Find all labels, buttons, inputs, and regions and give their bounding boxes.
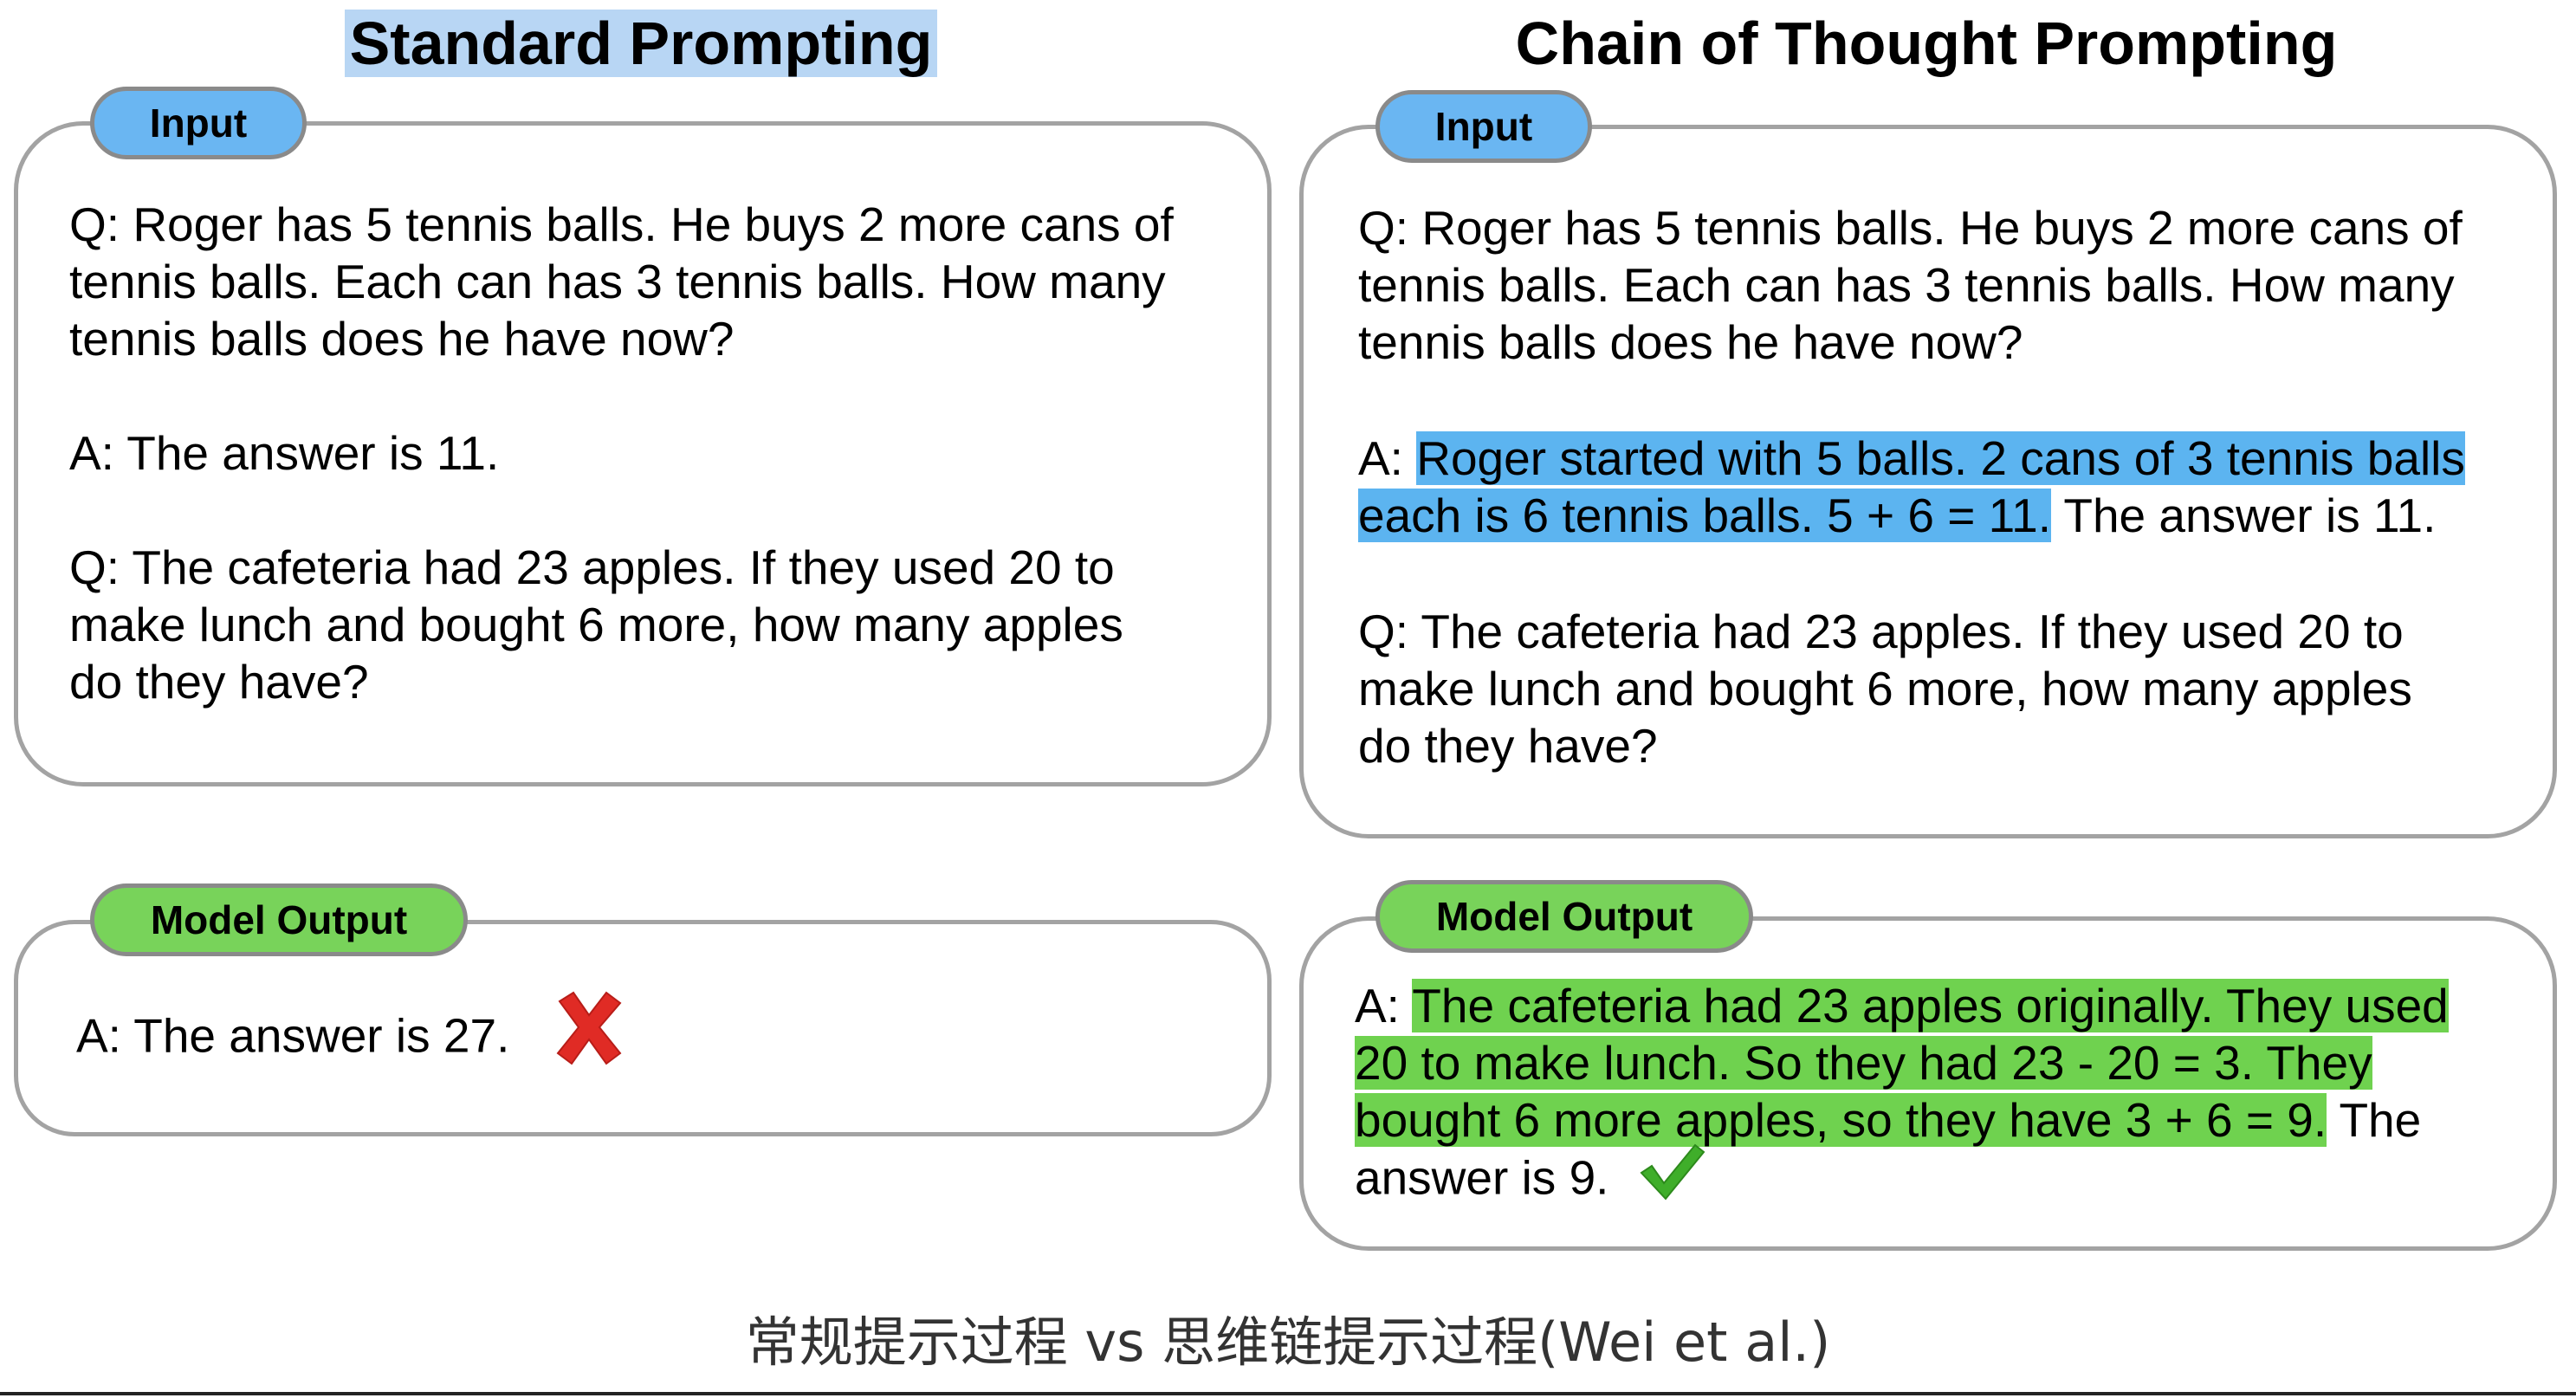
- standard-output-answer: A: The answer is 27.: [76, 1008, 510, 1063]
- standard-input-q1-line: Q: Roger has 5 tennis balls. He buys 2 m…: [69, 197, 1174, 251]
- cot-output-tab: Model Output: [1375, 880, 1753, 953]
- cot-input-a1-line2: each is 6 tennis balls. 5 + 6 = 11. The …: [1358, 489, 2437, 542]
- cot-input-a1-line1: A: Roger started with 5 balls. 2 cans of…: [1358, 431, 2465, 485]
- reasoning-highlight: bought 6 more apples, so they have 3 + 6…: [1355, 1093, 2327, 1147]
- cot-output-line3: bought 6 more apples, so they have 3 + 6…: [1355, 1093, 2422, 1147]
- cot-heading: Chain of Thought Prompting: [1515, 10, 2338, 77]
- figure-caption: 常规提示过程 vs 思维链提示过程(Wei et al.): [745, 1311, 1831, 1374]
- standard-input-tab: Input: [90, 87, 307, 159]
- cot-input-q1-line: tennis balls does he have now?: [1358, 315, 2023, 369]
- reasoning-highlight: 20 to make lunch. So they had 23 - 20 = …: [1355, 1036, 2372, 1090]
- cot-output-text: A: The cafeteria had 23 apples originall…: [1355, 977, 2449, 1214]
- cot-input-text: Q: Roger has 5 tennis balls. He buys 2 m…: [1358, 199, 2465, 774]
- bottom-divider: [0, 1392, 2576, 1395]
- cot-output-line1: A: The cafeteria had 23 apples originall…: [1355, 979, 2449, 1032]
- cot-input-tab: Input: [1375, 90, 1592, 163]
- standard-prompting-panel: Standard Prompting Input Q: Roger has 5 …: [0, 0, 1282, 1317]
- standard-input-q2-line: do they have?: [69, 655, 369, 709]
- reasoning-highlight: Roger started with 5 balls. 2 cans of 3 …: [1416, 431, 2465, 485]
- standard-input-q1-line: tennis balls. Each can has 3 tennis ball…: [69, 255, 1166, 308]
- cot-input-q2-line: do they have?: [1358, 719, 1658, 773]
- cot-output-line2: 20 to make lunch. So they had 23 - 20 = …: [1355, 1034, 2449, 1091]
- standard-input-q2-line: Q: The cafeteria had 23 apples. If they …: [69, 540, 1115, 594]
- cross-icon: [547, 986, 631, 1081]
- standard-input-a1: A: The answer is 11.: [69, 426, 500, 480]
- cot-input-q1-line: tennis balls. Each can has 3 tennis ball…: [1358, 258, 2455, 312]
- cot-prompting-panel: Chain of Thought Prompting Input Q: Roge…: [1285, 0, 2567, 1317]
- standard-output-tab: Model Output: [90, 883, 468, 956]
- cot-input-q2-line: Q: The cafeteria had 23 apples. If they …: [1358, 605, 2404, 658]
- standard-input-q1-line: tennis balls does he have now?: [69, 312, 735, 366]
- reasoning-highlight: The cafeteria had 23 apples originally. …: [1412, 979, 2449, 1032]
- standard-input-text: Q: Roger has 5 tennis balls. He buys 2 m…: [69, 196, 1174, 710]
- reasoning-highlight: each is 6 tennis balls. 5 + 6 = 11.: [1358, 489, 2052, 542]
- cot-output-line4: answer is 9.: [1355, 1143, 2449, 1214]
- cot-input-q1-line: Q: Roger has 5 tennis balls. He buys 2 m…: [1358, 201, 2463, 255]
- check-icon: [1638, 1140, 1707, 1214]
- cot-input-q2-line: make lunch and bought 6 more, how many a…: [1358, 662, 2412, 715]
- standard-input-q2-line: make lunch and bought 6 more, how many a…: [69, 598, 1123, 651]
- standard-heading: Standard Prompting: [0, 7, 1282, 80]
- standard-output-text: A: The answer is 27.: [76, 991, 631, 1081]
